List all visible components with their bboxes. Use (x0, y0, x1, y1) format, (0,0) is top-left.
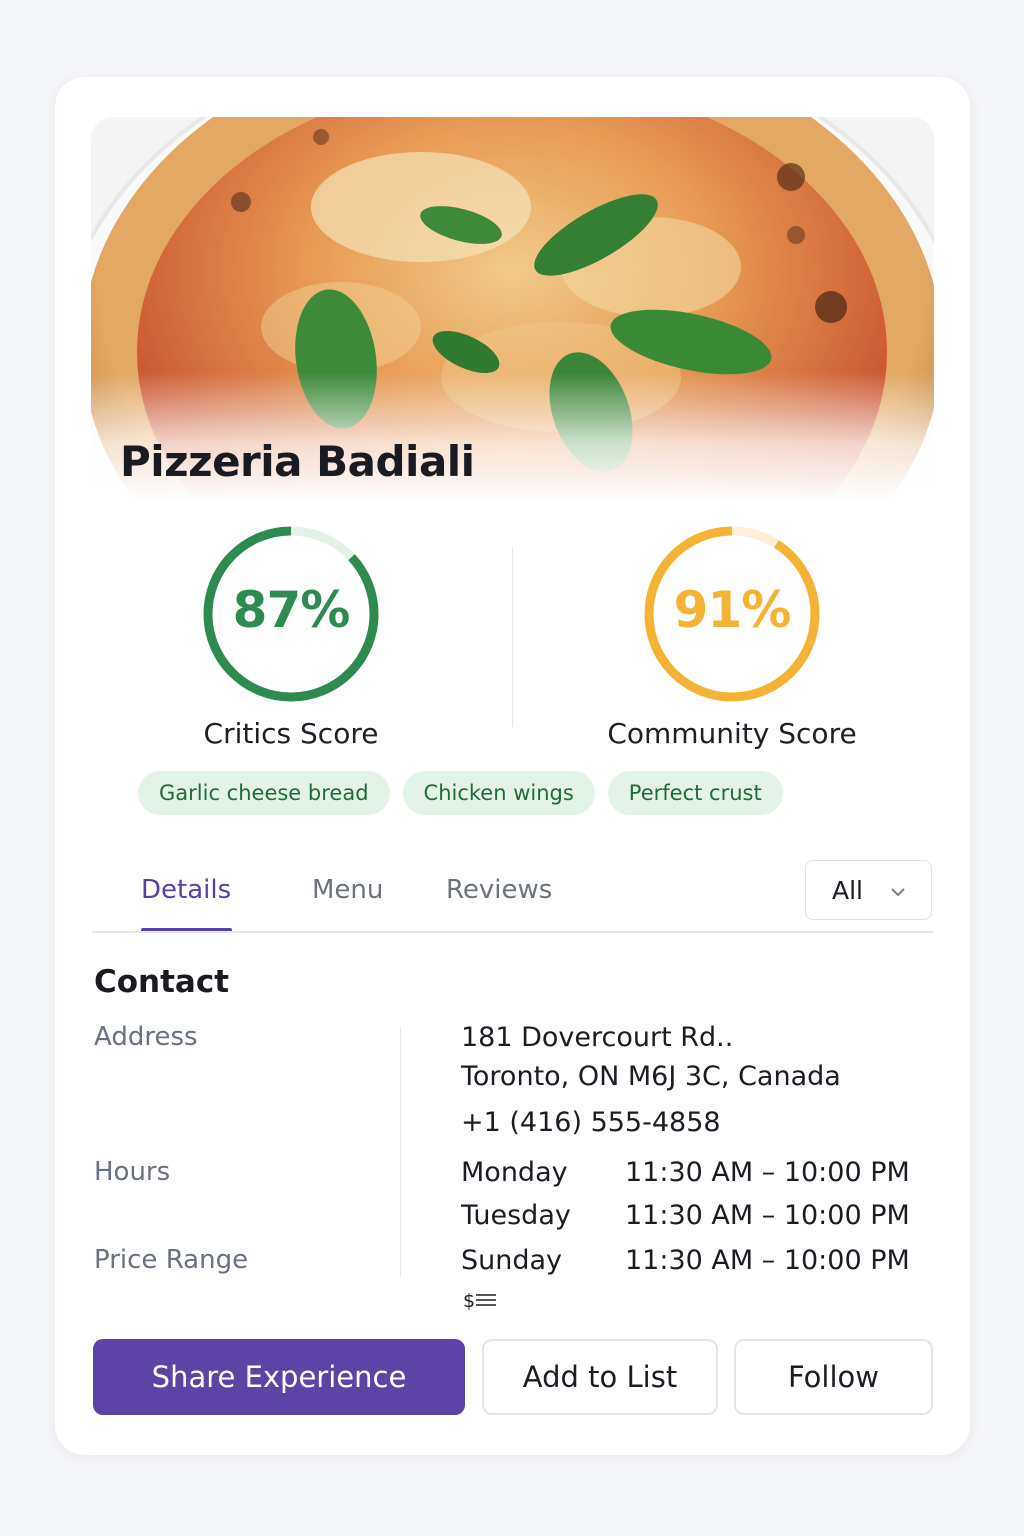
community-score: 91% Community Score (582, 525, 882, 750)
community-score-value: 91% (673, 581, 792, 639)
hours-time-tuesday: 11:30 AM – 10:00 PM (625, 1200, 910, 1231)
critics-score-value: 87% (232, 581, 351, 639)
price-lines-icon (476, 1294, 497, 1306)
tab-reviews[interactable]: Reviews (446, 875, 552, 905)
follow-button[interactable]: Follow (734, 1339, 933, 1415)
chip-garlic-cheese-bread[interactable]: Garlic cheese bread (138, 771, 390, 815)
address-label: Address (94, 1022, 198, 1052)
tab-bar: Details Menu Reviews All (92, 847, 934, 933)
contact-heading: Contact (94, 964, 230, 1000)
filter-dropdown[interactable]: All (805, 860, 932, 920)
tab-bar-divider (92, 931, 934, 933)
address-line-2: Toronto, ON M6J 3C, Canada (461, 1061, 841, 1092)
hours-time-monday: 11:30 AM – 10:00 PM (625, 1157, 910, 1188)
critics-score: 87% Critics Score (141, 525, 441, 750)
hours-label: Hours (94, 1157, 171, 1187)
restaurant-name: Pizzeria Badiali (120, 437, 475, 486)
price-range-symbol: $ (463, 1290, 476, 1312)
share-experience-button[interactable]: Share Experience (93, 1339, 465, 1415)
community-score-label: Community Score (607, 717, 857, 750)
critics-score-ring: 87% (202, 525, 380, 703)
community-score-ring: 91% (643, 525, 821, 703)
address-line-1: 181 Dovercourt Rd.. (461, 1022, 734, 1053)
tab-details[interactable]: Details (141, 875, 231, 905)
highlight-chips: Garlic cheese bread Chicken wings Perfec… (138, 771, 783, 815)
phone-number[interactable]: +1 (416) 555-4858 (461, 1107, 721, 1138)
hours-day-monday: Monday (461, 1157, 568, 1188)
restaurant-card: Pizzeria Badiali 87% Critics Score 91% C… (55, 77, 970, 1455)
critics-score-label: Critics Score (203, 717, 379, 750)
chip-perfect-crust[interactable]: Perfect crust (607, 771, 783, 815)
hours-day-sunday: Sunday (461, 1245, 563, 1276)
tab-menu[interactable]: Menu (312, 875, 383, 905)
price-range-label: Price Range (94, 1245, 249, 1275)
price-range-value: $ (463, 1290, 497, 1312)
add-to-list-button[interactable]: Add to List (482, 1339, 718, 1415)
score-divider (512, 547, 513, 727)
chip-chicken-wings[interactable]: Chicken wings (402, 771, 595, 815)
chevron-down-icon (890, 883, 906, 902)
contact-divider (400, 1027, 401, 1277)
hero-image: Pizzeria Badiali (91, 117, 934, 502)
hours-day-tuesday: Tuesday (461, 1200, 571, 1231)
hours-time-sunday: 11:30 AM – 10:00 PM (625, 1245, 910, 1276)
filter-dropdown-value: All (832, 876, 863, 905)
